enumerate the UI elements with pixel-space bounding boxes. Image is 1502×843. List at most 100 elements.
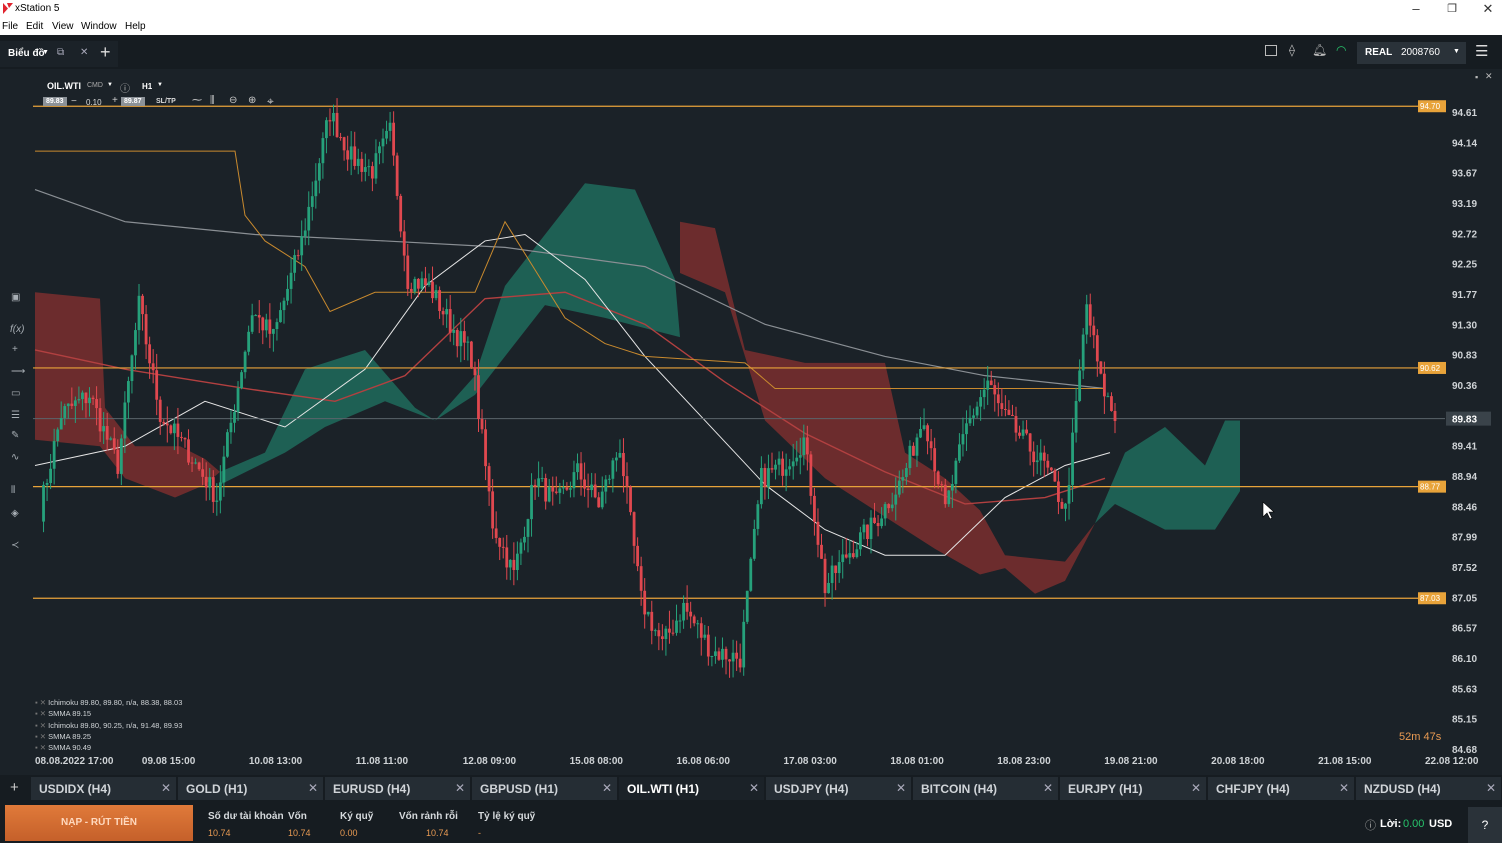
close-icon[interactable]: ✕ — [1339, 781, 1349, 795]
symbol-label[interactable]: OIL.WTI — [47, 81, 81, 91]
candle-body — [349, 146, 353, 160]
sltp-button[interactable]: SL/TP — [156, 98, 176, 105]
timeframe-label[interactable]: H1 — [142, 82, 152, 91]
legend-text: SMMA 89.15 — [48, 709, 92, 719]
line-chart-icon[interactable]: ⁓ — [192, 95, 202, 106]
candle-body — [1088, 304, 1092, 326]
menu-file[interactable]: File — [2, 21, 18, 32]
legend-item[interactable]: ▪ ✕ SMMA 89.15 — [35, 708, 182, 719]
hamburger-menu-icon[interactable]: ☰ — [1475, 42, 1488, 60]
add-instrument-icon[interactable]: + — [10, 779, 19, 796]
tab-gbpusd[interactable]: GBPUSD (H1) ✕ — [472, 777, 618, 800]
chart-tab[interactable]: Biểu đồ ▼ ⧉ ✕ + — [0, 41, 118, 67]
help-button[interactable]: ? — [1468, 807, 1502, 843]
close-icon[interactable]: ✕ — [896, 781, 906, 795]
candle-body — [710, 656, 714, 658]
tab-eurusd[interactable]: EURUSD (H4) ✕ — [325, 777, 471, 800]
legend-item[interactable]: ▪ ✕ Ichimoku 89.80, 89.80, n/a, 88.38, 8… — [35, 697, 182, 708]
popout-icon[interactable]: ⧉ — [57, 47, 64, 58]
volume-input[interactable]: 0.10 — [86, 98, 102, 107]
candle-body — [59, 417, 63, 430]
chart-window-icon[interactable]: ▪ — [1475, 72, 1478, 82]
tab-oilwti[interactable]: OIL.WTI (H1) ✕ — [619, 777, 765, 800]
chevron-down-icon[interactable]: ▼ — [107, 82, 113, 88]
chevron-down-icon[interactable]: ▼ — [42, 49, 49, 56]
brush-tool-icon[interactable]: ✎ — [11, 430, 19, 441]
candle-body — [250, 315, 254, 332]
candle-body — [1092, 325, 1096, 336]
candle-body — [788, 466, 792, 470]
candle-body — [565, 487, 569, 490]
info-icon[interactable]: ⓘ — [1365, 817, 1376, 833]
share-icon[interactable]: ≺ — [11, 540, 19, 551]
fibonacci-tool-icon[interactable]: ☰ — [11, 410, 20, 421]
legend-item[interactable]: ▪ ✕ SMMA 90.49 — [35, 742, 182, 753]
close-icon[interactable]: ✕ — [308, 781, 318, 795]
tab-eurjpy[interactable]: EURJPY (H1) ✕ — [1060, 777, 1207, 800]
chevron-down-icon[interactable]: ▼ — [157, 82, 163, 88]
layers-icon[interactable]: ◈ — [11, 508, 19, 519]
plus-icon[interactable]: + — [112, 95, 118, 106]
free-margin-value: 10.74 — [426, 828, 449, 838]
close-icon[interactable]: ✕ — [749, 781, 759, 795]
candle-body — [1057, 481, 1060, 502]
candles-icon[interactable]: ⫼ — [210, 95, 215, 106]
chart-close-icon[interactable]: ✕ — [1485, 71, 1493, 82]
rectangle-tool-icon[interactable]: ▭ — [11, 388, 20, 399]
layout-icon[interactable] — [1265, 45, 1277, 56]
line-tool-icon[interactable]: ⟶ — [11, 366, 25, 377]
tab-chfjpy[interactable]: CHFJPY (H4) ✕ — [1208, 777, 1355, 800]
account-selector[interactable]: REAL 2008760 ▼ — [1357, 42, 1466, 64]
zoom-in-icon[interactable]: ⊕ — [248, 95, 256, 106]
minus-icon[interactable]: − — [71, 96, 77, 107]
menu-view[interactable]: View — [52, 21, 74, 32]
deposit-withdraw-button[interactable]: NẠP - RÚT TIỀN — [5, 805, 193, 841]
close-icon[interactable]: ✕ — [1043, 781, 1053, 795]
legend-item[interactable]: ▪ ✕ SMMA 89.25 — [35, 731, 182, 742]
chart-area[interactable]: 94.61 94.14 93.67 93.19 92.72 92.25 91.77 91.30… — [5, 69, 1497, 775]
function-icon[interactable]: f(x) — [10, 324, 24, 335]
menu-help[interactable]: Help — [125, 21, 146, 32]
chart-svg[interactable]: 94.61 94.14 93.67 93.19 92.72 92.25 91.77 91.30… — [5, 69, 1497, 775]
close-window-button[interactable]: ✕ — [1478, 1, 1498, 17]
buy-price-button[interactable]: 89.87 — [121, 97, 145, 106]
close-tab-icon[interactable]: ✕ — [80, 47, 88, 58]
info-icon[interactable]: ⓘ — [120, 80, 130, 95]
sell-price-button[interactable]: 89.83 — [43, 97, 67, 106]
close-icon[interactable]: ✕ — [602, 781, 612, 795]
minimize-button[interactable]: – — [1406, 1, 1426, 16]
close-icon[interactable]: ✕ — [455, 781, 465, 795]
candle-body — [986, 380, 990, 390]
tab-gold[interactable]: GOLD (H1) ✕ — [178, 777, 324, 800]
y-tick-label: 90.36 — [1452, 381, 1477, 392]
tab-bitcoin[interactable]: BITCOIN (H4) ✕ — [913, 777, 1059, 800]
candle-body — [282, 300, 286, 311]
close-icon[interactable]: ✕ — [161, 781, 171, 795]
menu-window[interactable]: Window — [81, 21, 117, 32]
crosshair-tool-icon[interactable]: + — [12, 344, 18, 355]
free-margin-label: Vốn rảnh rỗi — [399, 811, 458, 822]
menu-edit[interactable]: Edit — [26, 21, 43, 32]
signal-icon[interactable]: ⟠ — [1289, 43, 1295, 57]
x-tick-label: 18.08 23:00 — [997, 756, 1051, 767]
candle-body — [236, 388, 240, 413]
legend-item[interactable]: ▪ ✕ Ichimoku 89.80, 90.25, n/a, 91.48, 8… — [35, 720, 182, 731]
template-icon[interactable]: ▣ — [11, 292, 20, 303]
y-tick-label: 87.05 — [1452, 593, 1477, 604]
candle-body — [809, 454, 813, 496]
tab-usdjpy[interactable]: USDJPY (H4) ✕ — [766, 777, 912, 800]
close-icon[interactable]: ✕ — [1486, 781, 1496, 795]
restore-button[interactable]: ❐ — [1442, 2, 1462, 15]
crosshair-icon[interactable]: ⌖ — [267, 94, 274, 109]
tab-usdidx[interactable]: USDIDX (H4) ✕ — [31, 777, 177, 800]
tab-nzdusd[interactable]: NZDUSD (H4) ✕ — [1356, 777, 1502, 800]
add-tab-icon[interactable]: + — [100, 42, 111, 63]
zoom-out-icon[interactable]: ⊖ — [229, 95, 237, 106]
close-icon[interactable]: ✕ — [1191, 781, 1201, 795]
candle-body — [650, 611, 654, 631]
measure-tool-icon[interactable]: ⫴ — [11, 485, 15, 496]
bell-icon[interactable]: 🔔︎ — [1312, 43, 1327, 57]
candle-body — [714, 651, 717, 657]
wave-tool-icon[interactable]: ∿ — [11, 452, 19, 463]
candle-body — [459, 331, 463, 347]
